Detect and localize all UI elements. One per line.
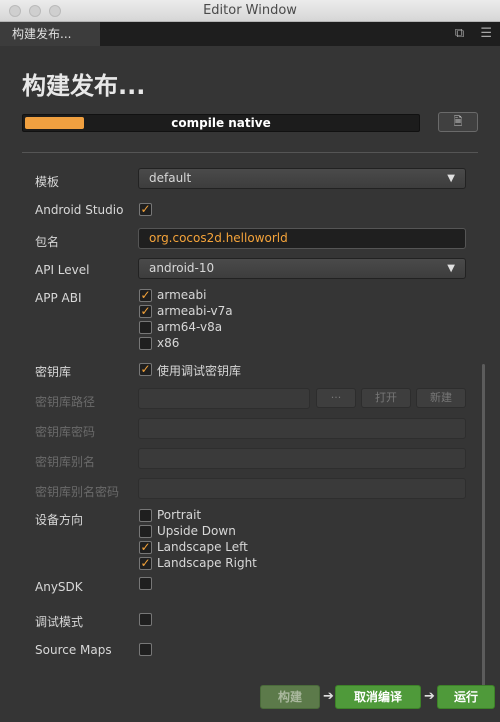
arrow-right-icon: ➔ [424,689,435,704]
abi-x86-checkbox[interactable] [139,337,152,350]
abi-arm64-v8a-label: arm64-v8a [157,320,223,334]
orientation-landscape-right-checkbox[interactable]: ✓ [139,557,152,570]
new-keystore-button[interactable]: 新建 [416,388,466,408]
orientation-landscape-left-checkbox[interactable]: ✓ [139,541,152,554]
api-level-select[interactable]: android-10 ▼ [138,258,466,279]
open-keystore-button[interactable]: 打开 [361,388,411,408]
api-level-value: android-10 [149,261,215,275]
orientation-portrait-label: Portrait [157,508,202,522]
build-panel: 构建发布... compile native 🗎 模板 default ▼ An… [0,46,500,722]
build-progress-bar: compile native [22,114,420,132]
keystore-alias-label: 密钥库别名 [35,455,96,469]
orientation-landscape-left-label: Landscape Left [157,540,248,554]
keystore-path-label: 密钥库路径 [35,395,96,409]
keystore-password-label: 密钥库密码 [35,425,96,439]
hamburger-menu-icon[interactable]: ☰ [480,26,492,41]
chevron-down-icon: ▼ [447,263,455,274]
run-button[interactable]: 运行 [437,685,495,709]
open-folder-button[interactable]: 🗎 [438,112,478,132]
debug-keystore-checkbox[interactable]: ✓ [139,363,152,376]
abi-armeabi-label: armeabi [157,288,207,302]
debug-mode-label: 调试模式 [35,615,84,629]
keystore-label: 密钥库 [35,365,72,379]
api-level-label: API Level [35,263,90,277]
orientation-upside-down-checkbox[interactable] [139,525,152,538]
package-name-input[interactable]: org.cocos2d.helloworld [138,228,466,249]
abi-arm64-v8a-checkbox[interactable] [139,321,152,334]
anysdk-checkbox[interactable] [139,577,152,590]
folder-icon: 🗎 [453,115,463,128]
keystore-alias-password-input[interactable] [138,478,466,499]
window-restore-icon[interactable]: ⧉ [455,26,464,41]
orientation-upside-down-label: Upside Down [157,524,236,538]
android-studio-checkbox[interactable]: ✓ [139,203,152,216]
tab-bar: 构建发布... ⧉ ☰ [0,22,500,46]
template-value: default [149,171,192,185]
source-maps-checkbox[interactable] [139,643,152,656]
orientation-portrait-checkbox[interactable] [139,509,152,522]
orientation-landscape-right-label: Landscape Right [157,556,257,570]
debug-keystore-label: 使用调试密钥库 [157,364,242,378]
arrow-right-icon: ➔ [323,689,334,704]
debug-mode-checkbox[interactable] [139,613,152,626]
keystore-path-input[interactable] [138,388,310,409]
orientation-label: 设备方向 [35,513,84,527]
abi-armeabi-v7a-checkbox[interactable]: ✓ [139,305,152,318]
scrollbar[interactable] [482,364,485,698]
template-select[interactable]: default ▼ [138,168,466,189]
template-label: 模板 [35,175,60,189]
abi-x86-label: x86 [157,336,180,350]
keystore-password-input[interactable] [138,418,466,439]
tab-build[interactable]: 构建发布... [0,22,100,46]
browse-keystore-button[interactable]: ··· [316,388,356,408]
divider [22,152,478,153]
abi-armeabi-v7a-label: armeabi-v7a [157,304,233,318]
source-maps-label: Source Maps [35,643,112,657]
abi-armeabi-checkbox[interactable]: ✓ [139,289,152,302]
tab-actions: ⧉ ☰ [443,26,492,41]
keystore-alias-password-label: 密钥库别名密码 [35,485,120,499]
package-name-label: 包名 [35,235,60,249]
window-title: Editor Window [203,3,297,18]
app-abi-label: APP ABI [35,291,82,305]
keystore-alias-input[interactable] [138,448,466,469]
cancel-compile-button[interactable]: 取消编译 [335,685,421,709]
page-title: 构建发布... [22,72,146,100]
android-studio-label: Android Studio [35,203,124,217]
build-button[interactable]: 构建 [260,685,320,709]
progress-label: compile native [171,116,271,130]
chevron-down-icon: ▼ [447,173,455,184]
window-titlebar: Editor Window [0,0,500,22]
anysdk-label: AnySDK [35,580,83,594]
